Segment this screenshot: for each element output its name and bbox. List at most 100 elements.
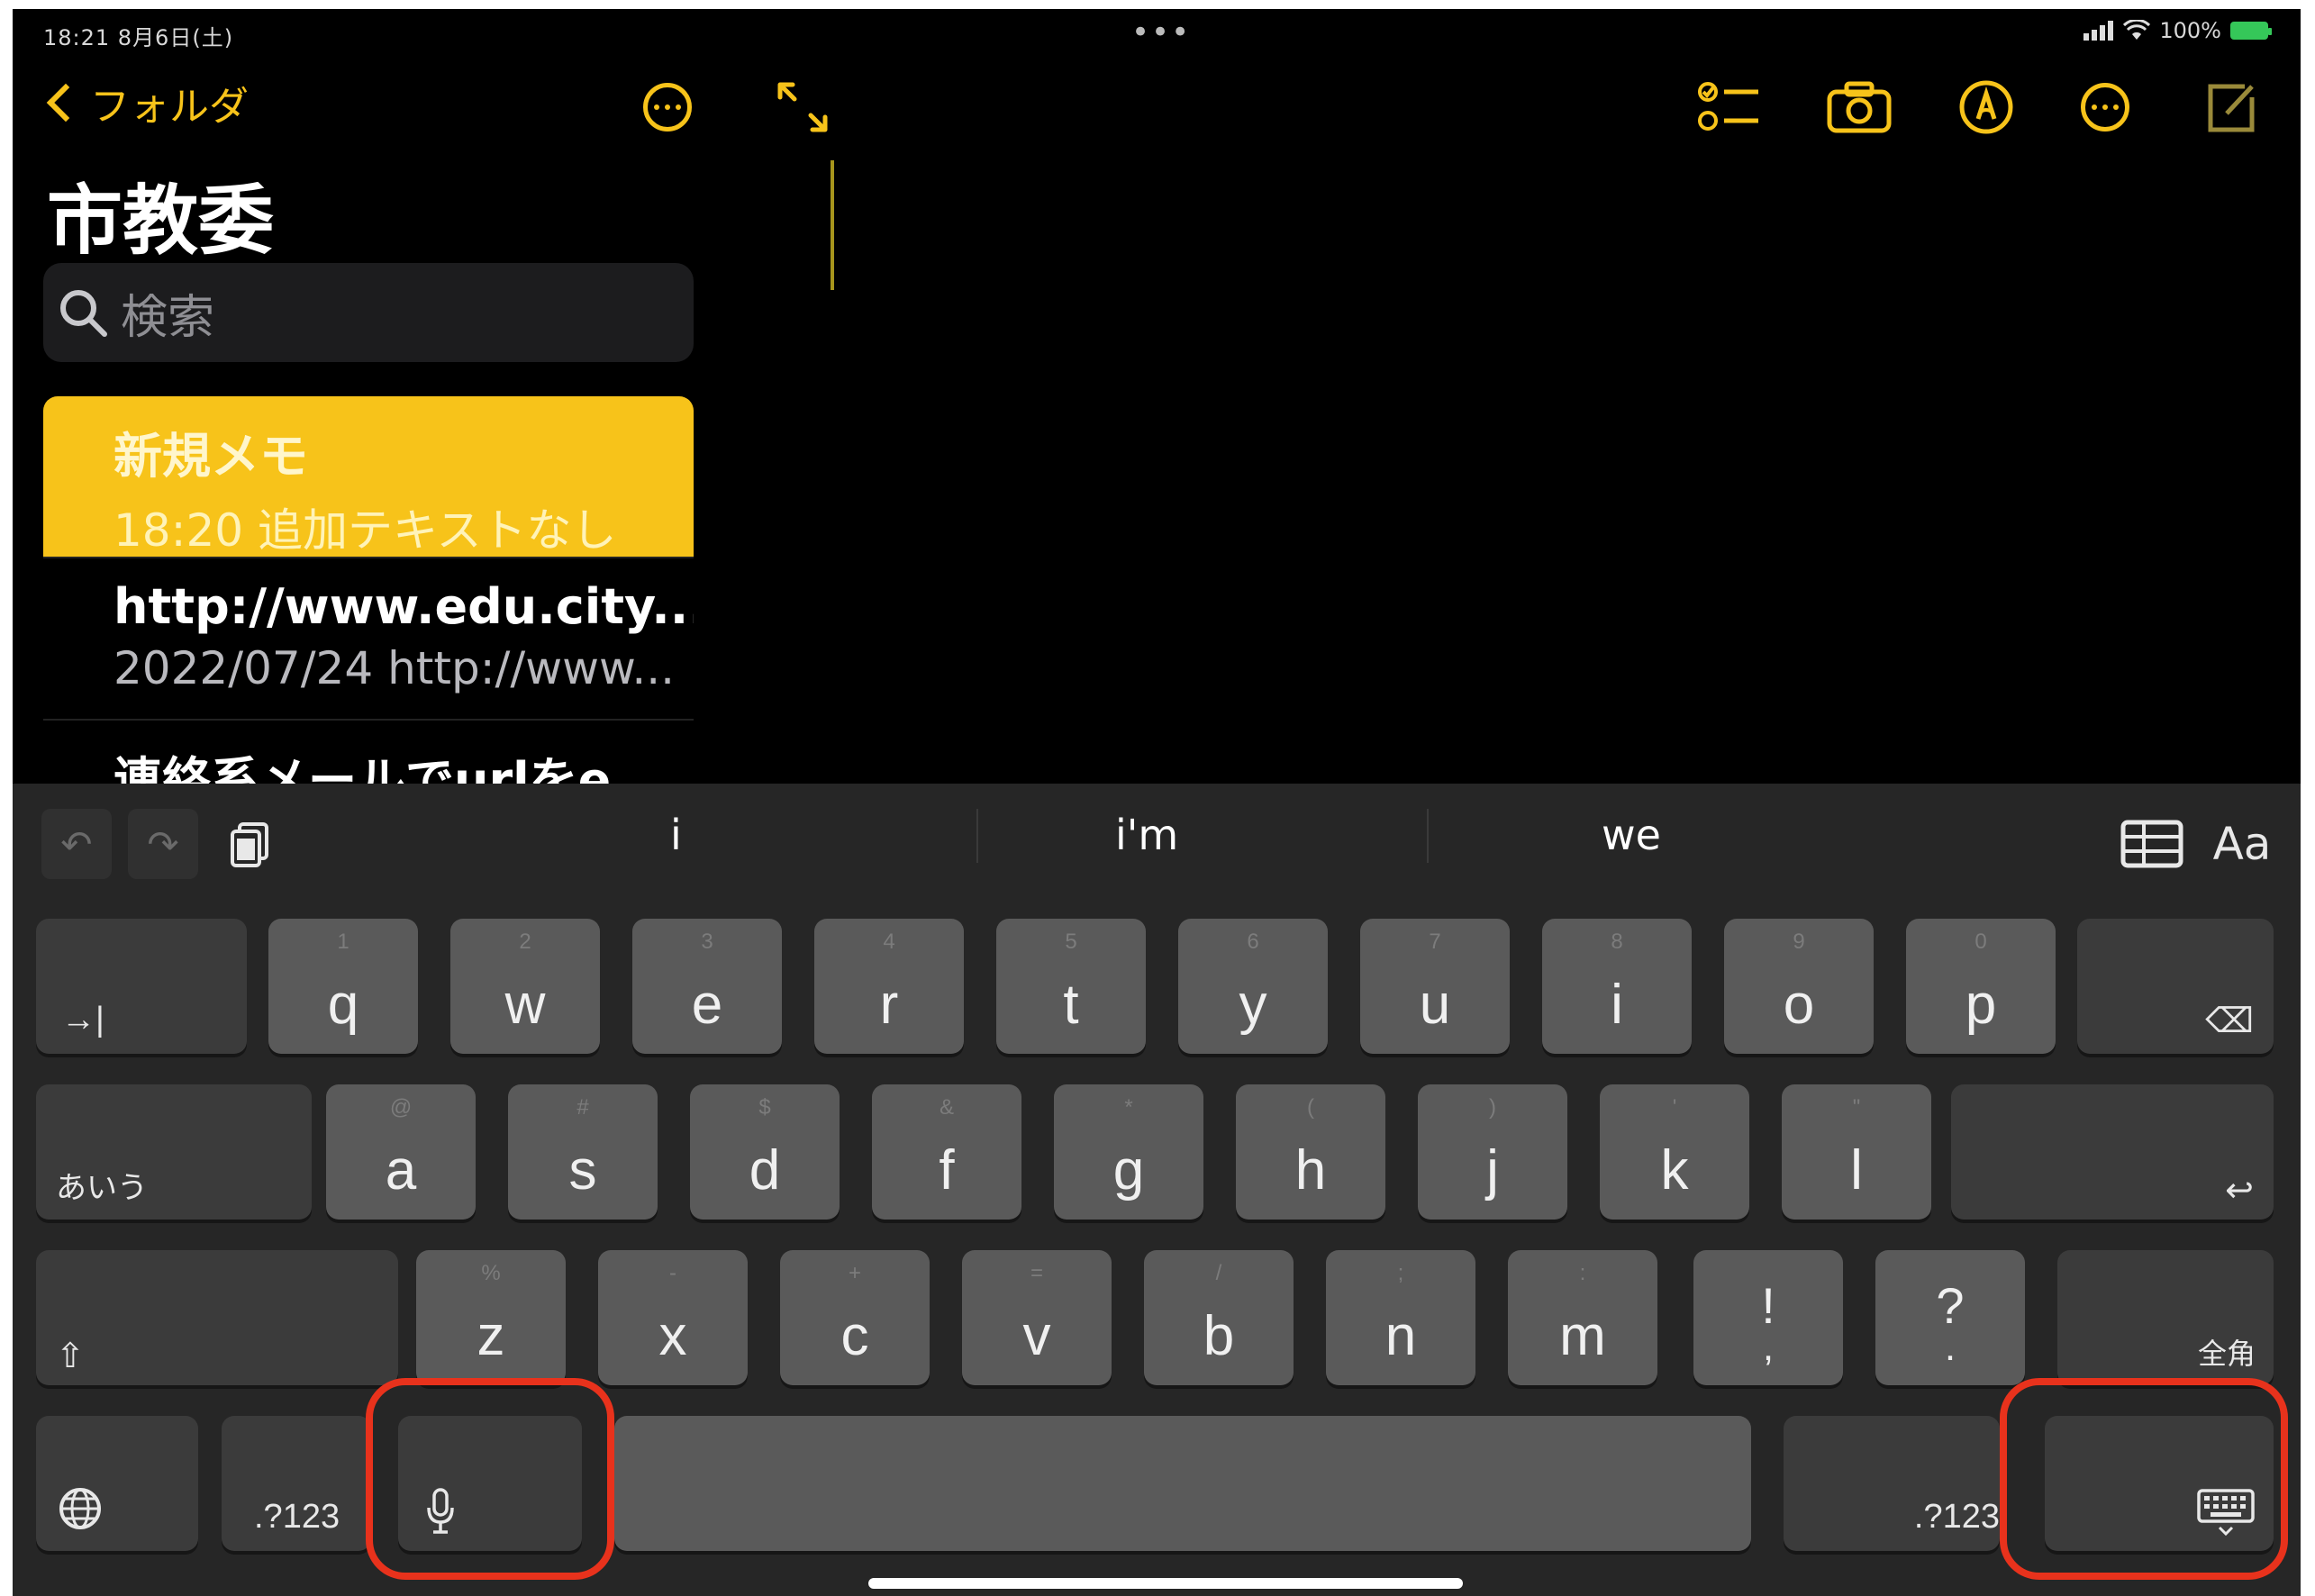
camera-button[interactable]: [1827, 81, 1892, 133]
suggestion-2[interactable]: i'm: [1115, 811, 1178, 859]
search-input[interactable]: 検索: [43, 263, 694, 362]
checklist-button[interactable]: [1697, 79, 1760, 135]
key-g[interactable]: * g: [1054, 1084, 1203, 1220]
key-a[interactable]: @ a: [326, 1084, 476, 1220]
numbers-key-left[interactable]: .?123: [222, 1416, 371, 1551]
note-item[interactable]: 連絡系メールでurlをe: [43, 721, 694, 793]
suggestion-1[interactable]: i: [670, 811, 682, 859]
key-m[interactable]: :m: [1508, 1250, 1657, 1385]
ipad-screen: 18:21 8月6日(土) ••• 100% フォルダ 市教委 検索 新規メモ …: [13, 9, 2301, 1596]
numbers-key-right[interactable]: .?123: [1784, 1416, 2000, 1551]
delete-key[interactable]: ⌫: [2077, 919, 2274, 1054]
key-label: g: [1112, 1138, 1145, 1202]
key-n[interactable]: ; n: [1326, 1250, 1475, 1385]
key-z[interactable]: % z: [416, 1250, 566, 1385]
table-button[interactable]: [2117, 809, 2187, 879]
key-p[interactable]: 0p: [1906, 919, 2056, 1054]
return-key[interactable]: ↩: [1951, 1084, 2274, 1220]
key-label: r: [879, 973, 899, 1036]
key-u[interactable]: 7u: [1360, 919, 1510, 1054]
exclamation-comma-key[interactable]: ! ,: [1693, 1250, 1843, 1385]
format-button[interactable]: Aa: [2202, 809, 2283, 879]
key-x[interactable]: -x: [598, 1250, 748, 1385]
key-c[interactable]: + c: [780, 1250, 930, 1385]
key-hint: 8: [1611, 929, 1623, 954]
note-title: 新規メモ: [113, 428, 308, 485]
numbers-label: .?123: [254, 1498, 340, 1536]
note-subtitle: 2022/07/24 http://www...: [113, 642, 676, 694]
key-label: y: [1239, 973, 1267, 1036]
key-y[interactable]: 6y: [1178, 919, 1328, 1054]
shift-icon: ⇧: [56, 1338, 85, 1375]
note-item[interactable]: http://www.edu.city... 2022/07/24 http:/…: [43, 558, 694, 721]
key-label: v: [1022, 1304, 1051, 1367]
key-w[interactable]: 2w: [450, 919, 600, 1054]
key-r[interactable]: 4r: [814, 919, 964, 1054]
key-hint: 6: [1247, 929, 1259, 954]
key-hint: #: [576, 1095, 589, 1120]
home-indicator[interactable]: [868, 1578, 1463, 1589]
chevron-left-icon: [46, 83, 86, 122]
sidebar-more-button[interactable]: [643, 83, 692, 131]
redo-button[interactable]: ↷: [128, 809, 198, 879]
key-hint: &: [939, 1095, 954, 1120]
key-label: e: [691, 973, 723, 1036]
key-label: n: [1384, 1304, 1417, 1367]
key-hint: %: [481, 1261, 501, 1285]
key-l[interactable]: " l: [1782, 1084, 1931, 1220]
key-j[interactable]: ) j: [1418, 1084, 1567, 1220]
key-d[interactable]: $ d: [690, 1084, 840, 1220]
key-label: x: [658, 1304, 687, 1367]
comma-label: ,: [1762, 1325, 1775, 1369]
key-hint: 4: [883, 929, 895, 954]
multitasking-dots[interactable]: •••: [1131, 14, 1191, 50]
note-item-selected[interactable]: 新規メモ 18:20 追加テキストなし: [43, 396, 694, 558]
period-label: .: [1944, 1325, 1956, 1369]
key-o[interactable]: 9o: [1724, 919, 1874, 1054]
clipboard-icon: [231, 822, 268, 867]
key-e[interactable]: 3e: [632, 919, 782, 1054]
undo-button[interactable]: ↶: [41, 809, 112, 879]
key-t[interactable]: 5t: [996, 919, 1146, 1054]
key-hint: ": [1852, 1095, 1861, 1120]
note-title: http://www.edu.city...: [113, 578, 694, 635]
expand-button[interactable]: [775, 79, 831, 135]
compose-button[interactable]: [2203, 79, 2259, 135]
search-placeholder: 検索: [121, 290, 215, 345]
key-k[interactable]: ' k: [1600, 1084, 1749, 1220]
key-label: d: [749, 1138, 781, 1202]
key-i[interactable]: 8i: [1542, 919, 1692, 1054]
markup-button[interactable]: [1958, 79, 2014, 135]
key-label: s: [568, 1138, 597, 1202]
note-subtitle: 18:20 追加テキストなし: [113, 504, 617, 557]
key-label: t: [1063, 973, 1079, 1036]
key-label: z: [477, 1304, 505, 1367]
key-f[interactable]: & f: [872, 1084, 1021, 1220]
globe-key[interactable]: [36, 1416, 198, 1551]
key-q[interactable]: 1q: [268, 919, 418, 1054]
key-label: k: [1660, 1138, 1689, 1202]
status-time-date: 18:21 8月6日(土): [43, 25, 234, 50]
markup-pen-icon: [1959, 80, 2013, 134]
key-label: j: [1486, 1138, 1499, 1202]
tab-icon: →|: [61, 1001, 104, 1038]
space-key[interactable]: [614, 1416, 1751, 1551]
question-period-key[interactable]: ? .: [1875, 1250, 2025, 1385]
key-hint: +: [848, 1261, 861, 1285]
key-hint: ': [1672, 1095, 1677, 1120]
text-cursor: [831, 160, 834, 290]
key-b[interactable]: / b: [1144, 1250, 1294, 1385]
kana-switch-key[interactable]: あいう: [36, 1084, 312, 1220]
back-to-folders-button[interactable]: フォルダ: [43, 74, 249, 131]
key-v[interactable]: = v: [962, 1250, 1112, 1385]
suggestion-3[interactable]: we: [1602, 811, 1661, 859]
key-hint: $: [758, 1095, 771, 1120]
tab-key[interactable]: →|: [36, 919, 247, 1054]
shift-key-left[interactable]: ⇧: [36, 1250, 398, 1385]
zenkaku-key[interactable]: 全角: [2057, 1250, 2274, 1385]
key-s[interactable]: # s: [508, 1084, 658, 1220]
note-more-button[interactable]: [2081, 83, 2129, 131]
key-h[interactable]: (h: [1236, 1084, 1385, 1220]
paste-button[interactable]: [214, 809, 285, 879]
key-hint: ): [1489, 1095, 1496, 1120]
